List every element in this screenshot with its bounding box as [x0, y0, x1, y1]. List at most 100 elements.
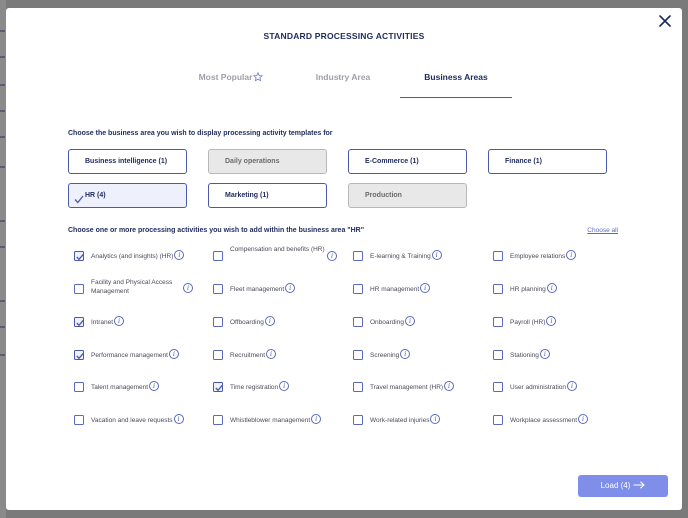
info-icon[interactable]: i [168, 348, 179, 359]
info-icon[interactable]: i [173, 413, 184, 424]
activity-label: Performance management i [91, 348, 179, 360]
activity-label: Intranet i [91, 315, 125, 327]
activity-checkbox[interactable] [353, 382, 363, 392]
activity-checkbox[interactable] [353, 415, 363, 425]
activity-checkbox[interactable] [493, 284, 503, 294]
activity-checkbox[interactable] [213, 415, 223, 425]
activity-item: HR management i [353, 278, 493, 300]
info-icon[interactable]: i [546, 315, 557, 326]
area-hr[interactable]: HR (4) [68, 183, 187, 208]
info-icon[interactable]: i [285, 282, 296, 293]
close-icon[interactable] [658, 14, 672, 28]
area-e-commerce[interactable]: E-Commerce (1) [348, 149, 467, 174]
info-icon[interactable]: i [404, 315, 415, 326]
info-icon[interactable]: i [311, 413, 322, 424]
activity-label-text: User administration [510, 383, 566, 391]
activity-label-text: Intranet [91, 318, 114, 326]
activity-label-text: Performance management [91, 351, 168, 359]
area-prompt: Choose the business area you wish to dis… [68, 130, 333, 137]
info-icon[interactable]: i [174, 249, 185, 260]
activity-item: Performance management i [74, 344, 214, 366]
tab-label: Most Popular [198, 72, 253, 82]
activity-item: Employee relations i [493, 245, 633, 267]
area-marketing[interactable]: Marketing (1) [208, 183, 327, 208]
activity-checkbox[interactable] [74, 251, 84, 261]
info-icon[interactable]: i [444, 380, 455, 391]
info-icon[interactable]: i [420, 282, 431, 293]
info-icon[interactable]: i [400, 348, 411, 359]
info-icon[interactable]: i [327, 251, 337, 261]
activity-checkbox[interactable] [74, 350, 84, 360]
tab-business-areas[interactable]: Business Areas [400, 70, 512, 98]
activity-label-text: Payroll (HR) [510, 318, 546, 326]
info-icon[interactable]: i [264, 315, 275, 326]
area-business-intelligence[interactable]: Business intelligence (1) [68, 149, 187, 174]
activity-label-text: Vacation and leave requests [91, 416, 173, 424]
activity-label-text: Offboarding [230, 318, 264, 326]
activity-item: Intranet i [74, 311, 214, 333]
info-icon[interactable]: i [430, 413, 441, 424]
info-icon[interactable]: i [539, 348, 550, 359]
area-daily-operations[interactable]: Daily operations [208, 149, 327, 174]
activity-checkbox[interactable] [493, 251, 503, 261]
activity-label: Fleet management i [230, 282, 296, 294]
activity-checkbox[interactable] [213, 317, 223, 327]
activity-item: Fleet management i [213, 278, 353, 300]
tab-industry-area[interactable]: Industry Area [306, 70, 380, 98]
info-icon[interactable]: i [431, 249, 442, 260]
load-button[interactable]: Load (4) [578, 475, 668, 497]
activity-checkbox[interactable] [493, 382, 503, 392]
activity-label: Employee relations i [510, 249, 577, 261]
activity-label-text: Screening [370, 351, 400, 359]
activity-item: Recruitment i [213, 344, 353, 366]
activity-item: Workplace assessment i [493, 409, 633, 431]
activity-checkbox[interactable] [493, 350, 503, 360]
activity-checkbox[interactable] [213, 284, 223, 294]
activity-label: Stationing i [510, 348, 550, 360]
area-finance[interactable]: Finance (1) [488, 149, 607, 174]
activity-checkbox[interactable] [353, 251, 363, 261]
activity-checkbox[interactable] [213, 350, 223, 360]
tab-label: Business Areas [424, 72, 488, 82]
activity-label-text: Analytics (and insights) (HR) [91, 252, 174, 260]
info-icon[interactable]: i [183, 283, 193, 293]
choose-all-link[interactable]: Choose all [587, 227, 618, 234]
activity-item: E-learning & Training i [353, 245, 493, 267]
activity-label-text: E-learning & Training [370, 252, 431, 260]
activity-label: Offboarding i [230, 315, 275, 327]
activity-checkbox[interactable] [353, 350, 363, 360]
activity-checkbox[interactable] [353, 317, 363, 327]
info-icon[interactable]: i [266, 348, 277, 359]
info-icon[interactable]: i [149, 380, 160, 391]
activity-label: E-learning & Training i [370, 249, 442, 261]
info-icon[interactable]: i [114, 315, 125, 326]
area-label: E-Commerce (1) [365, 158, 419, 165]
tab-most-popular[interactable]: Most Popular [196, 70, 266, 98]
load-button-label: Load (4) [600, 481, 631, 490]
activity-label-text: Fleet management [230, 285, 285, 293]
area-production[interactable]: Production [348, 183, 467, 208]
activity-checkbox[interactable] [74, 317, 84, 327]
activity-label-text: Whistleblower management [230, 416, 311, 424]
info-icon[interactable]: i [279, 380, 290, 391]
info-icon[interactable]: i [566, 249, 577, 260]
dialog-title: STANDARD PROCESSING ACTIVITIES [263, 31, 425, 41]
activity-checkbox[interactable] [74, 382, 84, 392]
activity-label: Screening i [370, 348, 411, 360]
area-label: HR (4) [85, 192, 106, 199]
activity-label-text: Recruitment [230, 351, 266, 359]
activity-item: Screening i [353, 344, 493, 366]
info-icon[interactable]: i [546, 282, 557, 293]
activity-checkbox[interactable] [493, 317, 503, 327]
activity-label-text: Workplace assessment [510, 416, 578, 424]
activity-label: Analytics (and insights) (HR) i [91, 249, 185, 261]
activity-label: Work-related injuries i [370, 413, 441, 425]
activity-checkbox[interactable] [213, 251, 223, 261]
activity-checkbox[interactable] [493, 415, 503, 425]
activity-checkbox[interactable] [74, 415, 84, 425]
activity-checkbox[interactable] [74, 284, 84, 294]
info-icon[interactable]: i [578, 413, 589, 424]
info-icon[interactable]: i [567, 380, 577, 391]
activity-checkbox[interactable] [213, 382, 223, 392]
activity-checkbox[interactable] [353, 284, 363, 294]
